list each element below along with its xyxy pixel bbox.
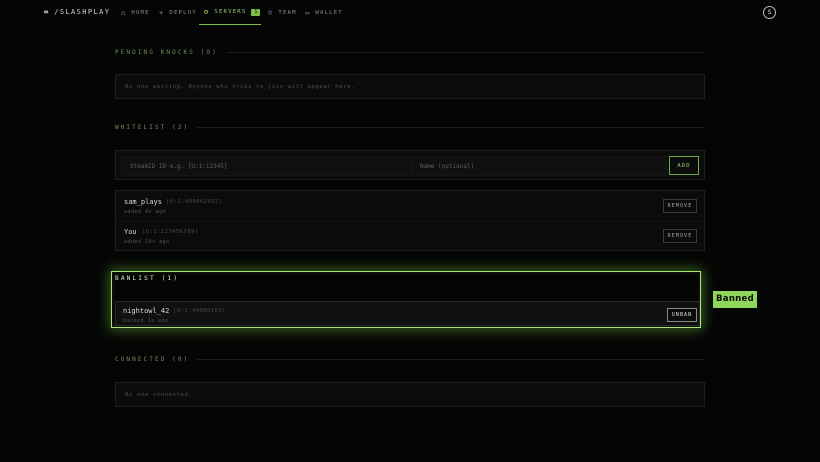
connected-section-heading: CONNECTED (0) [115,354,705,364]
brand-logo-icon: ∞ [44,8,49,16]
heading-divider [225,51,705,53]
tab-servers[interactable]: ⚙ SERVERS 1 [199,0,261,25]
team-icon: ☺ [268,8,274,17]
player-steamid: [U:1:40000101] [173,308,226,314]
user-avatar[interactable]: S [763,6,776,19]
player-banned-time: banned 1s ago [123,318,169,324]
tab-deploy[interactable]: + DEPLOY [154,0,202,25]
top-nav: ∞ /SLASHPLAY ⌂ HOME + DEPLOY ⚙ SERVERS 1… [0,0,820,26]
player-name: nightowl_42 [123,307,170,315]
brand-name: /SLASHPLAY [54,8,111,16]
heading-divider [197,126,705,128]
tab-team[interactable]: ☺ TEAM [263,0,302,25]
remove-button[interactable]: REMOVE [663,229,697,243]
connected-panel: No one connected. [115,382,705,407]
wallet-icon: ▭ [305,8,311,17]
whitelist-section-heading: WHITELIST (2) [115,122,705,132]
tab-label: TEAM [278,9,297,16]
remove-button[interactable]: REMOVE [663,199,697,213]
pending-empty-text: No one waiting. Anyone who tries to join… [125,84,356,90]
tab-count-badge: 1 [251,8,261,16]
add-button[interactable]: ADD [669,156,699,175]
list-item: nightowl_42 [U:1:40000101] banned 1s ago… [116,302,699,325]
tab-label: WALLET [315,9,343,16]
name-input[interactable] [411,156,667,176]
brand[interactable]: ∞ /SLASHPLAY [44,8,110,16]
banlist-list: nightowl_42 [U:1:40000101] banned 1s ago… [115,301,700,326]
tab-home[interactable]: ⌂ HOME [116,0,155,25]
whitelist-add-form: ADD [115,150,705,180]
whitelist-heading-label: WHITELIST (2) [115,123,190,131]
player-name: You [124,228,137,236]
unban-button[interactable]: UNBAN [667,308,697,322]
banlist-section-heading: BANLIST (1) [115,275,180,282]
plus-icon: + [159,8,165,17]
server-icon: ⚙ [204,8,210,16]
pending-section-heading: PENDING KNOCKS (0) [115,47,705,57]
whitelist-list: sam_plays [U:1:400002022] added 4s ago R… [115,190,705,251]
banned-callout-badge: Banned [713,291,757,308]
tab-label: SERVERS [214,9,247,15]
tab-label: HOME [131,9,150,16]
connected-heading-label: CONNECTED (0) [115,355,190,363]
list-item: sam_plays [U:1:400002022] added 4s ago R… [116,191,704,221]
player-steamid: [U:1:123456789] [142,229,199,235]
player-steamid: [U:1:400002022] [166,199,223,205]
heading-divider [197,358,705,360]
pending-heading-label: PENDING KNOCKS (0) [115,48,218,56]
player-added-time: added 4s ago [124,209,167,215]
tab-label: DEPLOY [169,9,197,16]
tab-wallet[interactable]: ▭ WALLET [300,0,348,25]
player-added-time: added 10s ago [124,239,170,245]
pending-panel: No one waiting. Anyone who tries to join… [115,74,705,99]
player-name: sam_plays [124,198,162,206]
home-icon: ⌂ [121,8,127,17]
list-item: You [U:1:123456789] added 10s ago REMOVE [116,221,704,251]
steamid-input[interactable] [121,156,419,176]
connected-empty-text: No one connected. [125,392,193,398]
